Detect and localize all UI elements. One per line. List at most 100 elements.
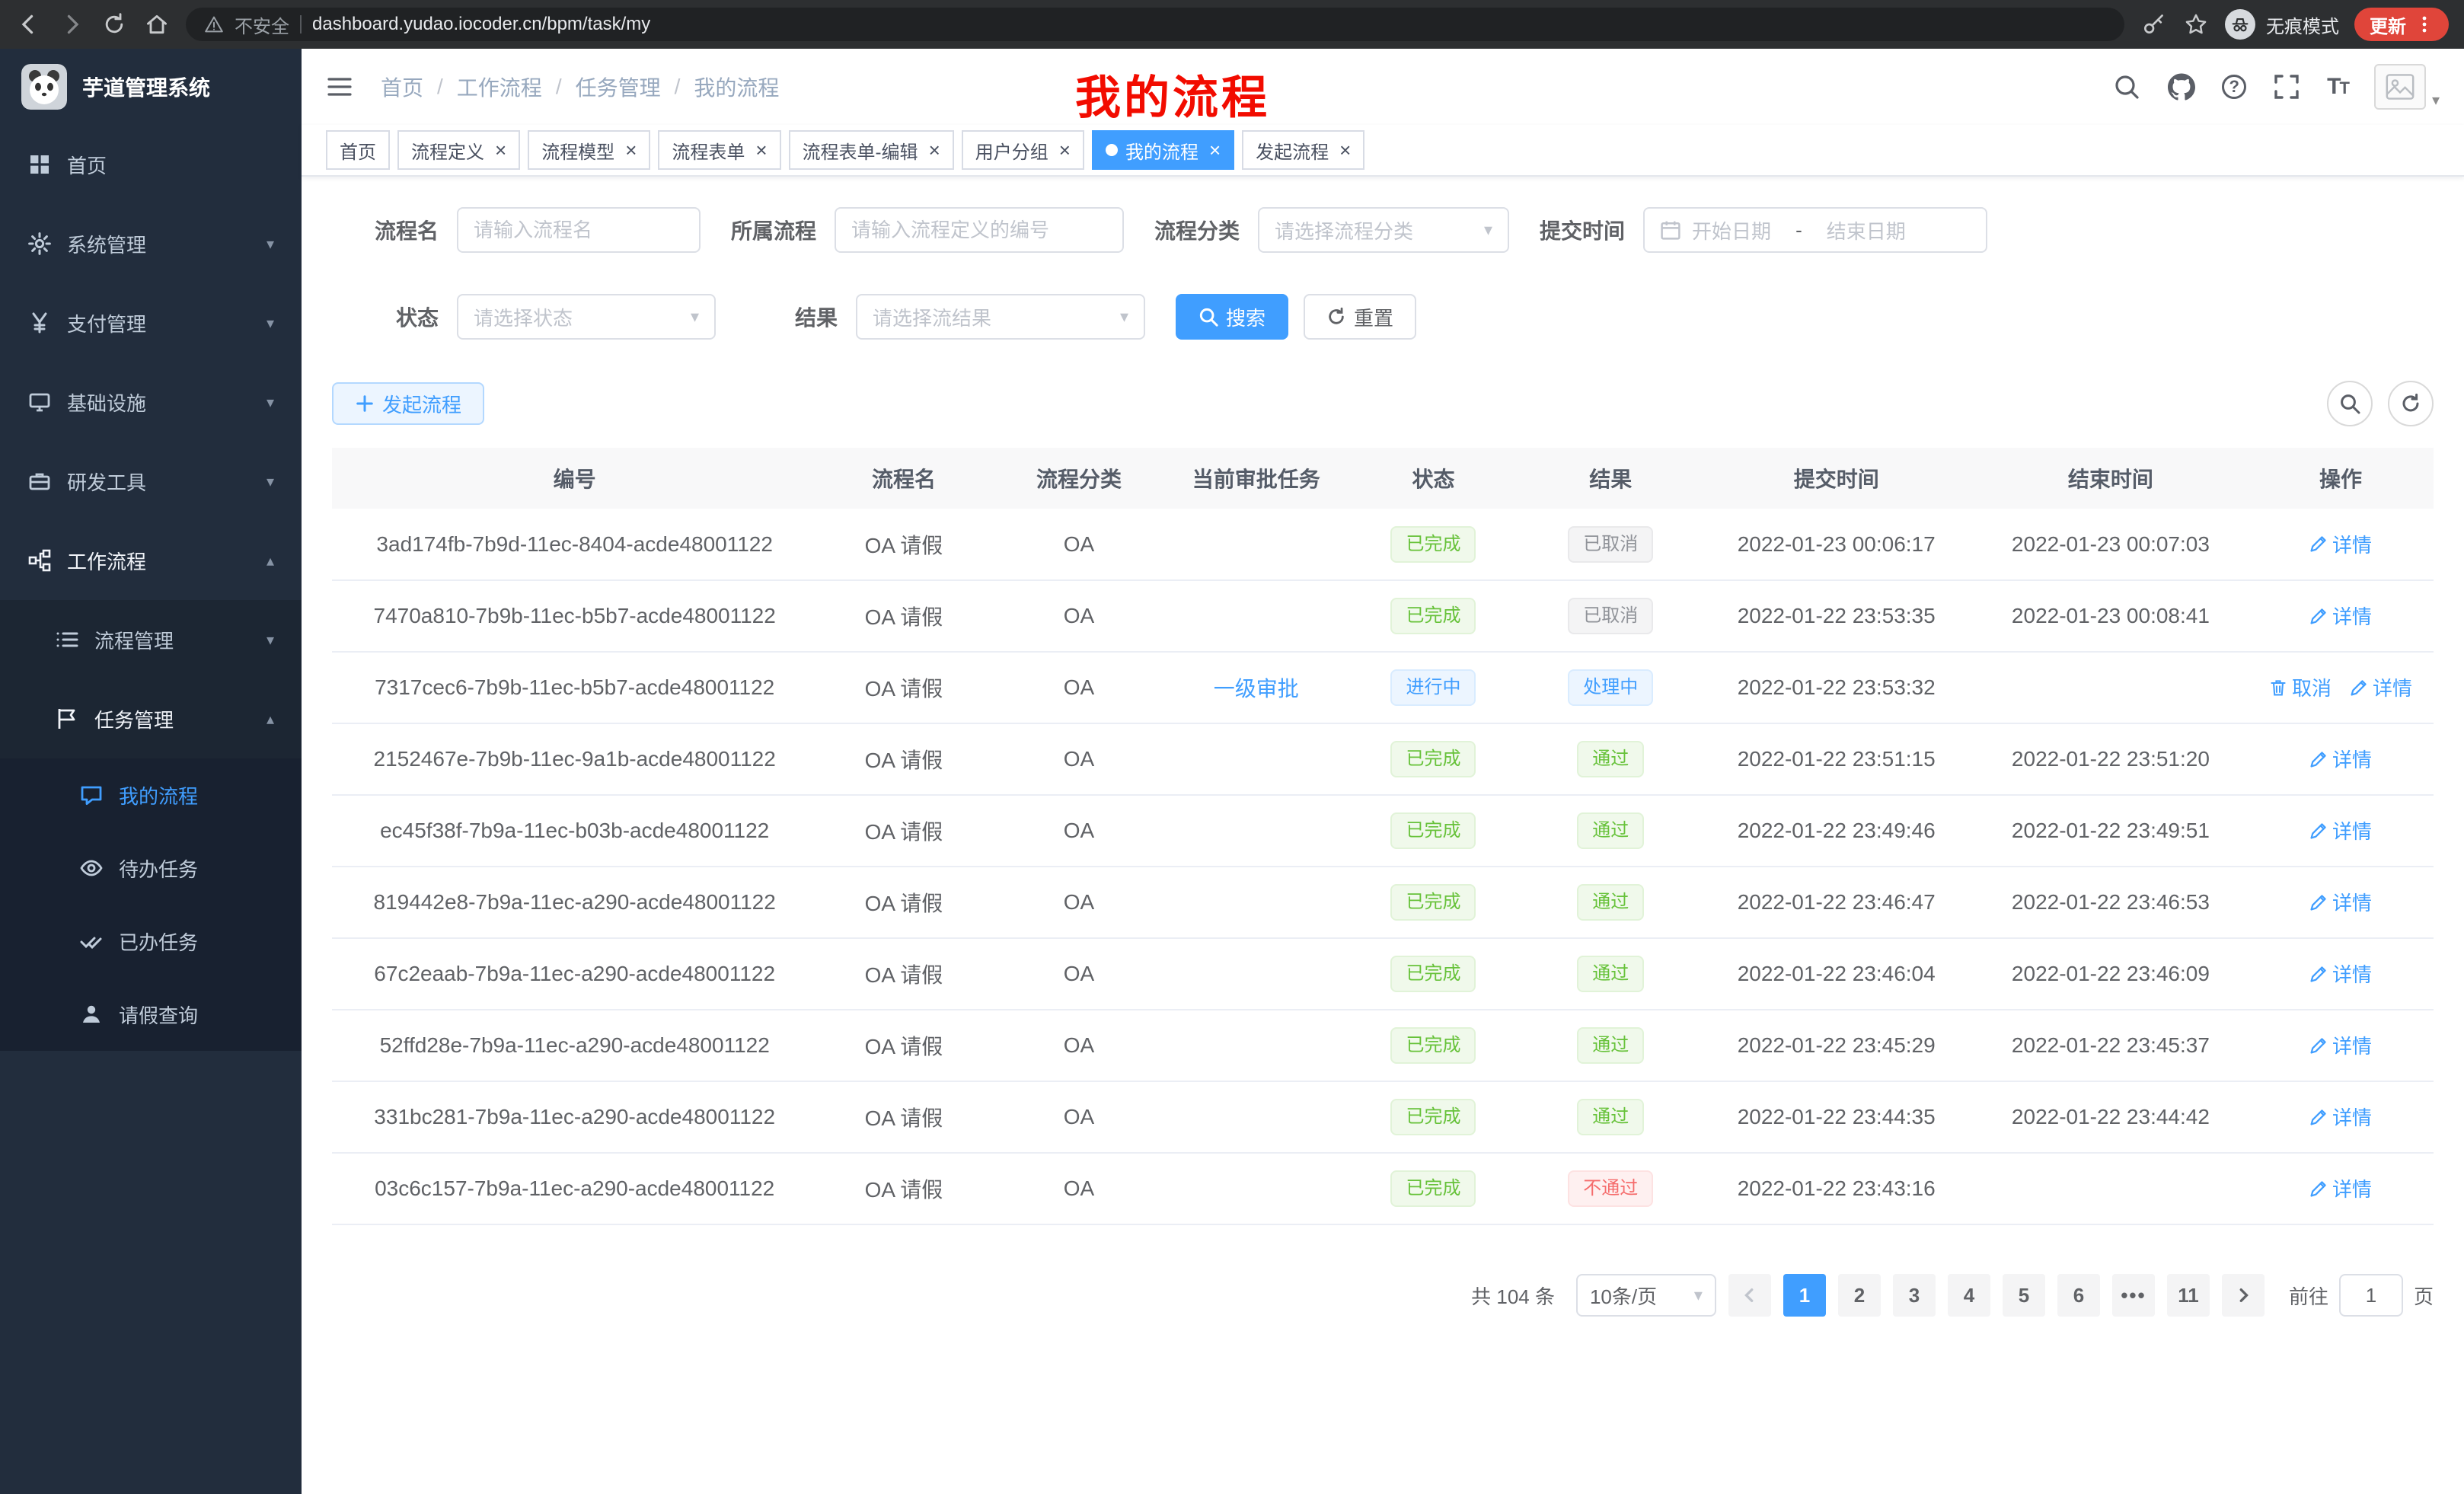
tab-label: 用户分组: [975, 137, 1048, 164]
reload-icon[interactable]: [101, 11, 128, 38]
cell-process-id: 67c2eaab-7b9a-11ec-a290-acde48001122: [332, 938, 817, 1010]
sidebar-item-payment[interactable]: 支付管理▾: [0, 283, 302, 362]
detail-action[interactable]: 详情: [2309, 602, 2372, 630]
sidebar-item-todo-task[interactable]: 待办任务: [0, 832, 302, 905]
tab-user-group[interactable]: 用户分组 ×: [962, 130, 1084, 170]
cell-end-time: 2022-01-22 23:46:53: [1974, 867, 2248, 938]
result-badge: 处理中: [1568, 669, 1653, 706]
detail-action[interactable]: 详情: [2309, 1031, 2372, 1059]
create-process-button[interactable]: 发起流程: [332, 382, 484, 425]
owner-process-input[interactable]: [835, 207, 1124, 253]
next-page-button[interactable]: [2222, 1274, 2265, 1317]
breadcrumb-item[interactable]: 首页: [381, 72, 423, 102]
detail-action[interactable]: 详情: [2309, 530, 2372, 558]
result-placeholder: 请选择流结果: [873, 303, 1111, 331]
avatar-image-icon: [2374, 64, 2426, 110]
result-select[interactable]: 请选择流结果 ▾: [856, 294, 1145, 340]
close-icon[interactable]: ×: [625, 140, 637, 160]
sidebar-item-system[interactable]: 系统管理▾: [0, 204, 302, 283]
tab-process-model[interactable]: 流程模型×: [528, 130, 650, 170]
tab-my-process[interactable]: 我的流程×: [1092, 130, 1234, 170]
search-icon[interactable]: [2112, 72, 2141, 101]
close-icon[interactable]: ×: [755, 140, 767, 160]
pager-page-2[interactable]: 2: [1838, 1274, 1881, 1317]
cell-process-name: OA 请假: [817, 1153, 990, 1224]
date-range-picker[interactable]: 开始日期 - 结束日期: [1643, 207, 1987, 253]
table-toolbar: 发起流程: [332, 381, 2434, 426]
tab-process-form[interactable]: 流程表单 ×: [658, 130, 780, 170]
close-icon[interactable]: ×: [929, 140, 940, 160]
edit-icon: [2309, 1036, 2328, 1055]
url-text[interactable]: dashboard.yudao.iocoder.cn/bpm/task/my: [312, 14, 650, 35]
breadcrumb-item[interactable]: 工作流程: [457, 72, 542, 102]
home-icon[interactable]: [143, 11, 171, 38]
close-icon[interactable]: ×: [1059, 140, 1071, 160]
jump-page-input[interactable]: [2339, 1274, 2403, 1317]
category-select[interactable]: 请选择流程分类 ▾: [1258, 207, 1509, 253]
refresh-table-button[interactable]: [2388, 381, 2434, 426]
search-button[interactable]: 搜索: [1176, 294, 1288, 340]
status-select[interactable]: 请选择状态 ▾: [457, 294, 716, 340]
help-icon[interactable]: ?: [2222, 75, 2246, 99]
sidebar-item-done-task[interactable]: 已办任务: [0, 905, 302, 978]
close-icon[interactable]: ×: [1209, 140, 1221, 160]
detail-action[interactable]: 详情: [2309, 1174, 2372, 1202]
pager-page-4[interactable]: 4: [1948, 1274, 1990, 1317]
pager-page-1[interactable]: 1: [1783, 1274, 1826, 1317]
detail-action[interactable]: 详情: [2309, 1103, 2372, 1131]
prev-page-button[interactable]: [1728, 1274, 1771, 1317]
github-icon[interactable]: [2167, 72, 2196, 101]
tab-start-process[interactable]: 发起流程×: [1242, 130, 1364, 170]
close-icon[interactable]: ×: [1339, 140, 1351, 160]
detail-action[interactable]: 详情: [2350, 673, 2412, 701]
edit-icon: [2309, 893, 2328, 911]
reset-button[interactable]: 重置: [1304, 294, 1416, 340]
forward-icon[interactable]: [58, 11, 85, 38]
detail-action[interactable]: 详情: [2309, 816, 2372, 844]
fullscreen-icon[interactable]: [2272, 72, 2301, 101]
address-bar[interactable]: 不安全 dashboard.yudao.iocoder.cn/bpm/task/…: [186, 8, 2124, 41]
security-warning-label[interactable]: 不安全: [235, 11, 289, 38]
column-header: 提交时间: [1700, 448, 1974, 509]
page-size-select[interactable]: 10条/页 ▾: [1576, 1274, 1716, 1317]
detail-action[interactable]: 详情: [2309, 888, 2372, 916]
bookmark-star-icon[interactable]: [2182, 11, 2210, 38]
pager-page-3[interactable]: 3: [1893, 1274, 1936, 1317]
user-avatar[interactable]: ▾: [2374, 64, 2440, 110]
sidebar-item-task-management[interactable]: 任务管理▴: [0, 679, 302, 758]
password-key-icon[interactable]: [2140, 11, 2167, 38]
tab-label: 流程表单: [672, 137, 745, 164]
tab-process-form-edit[interactable]: 流程表单-编辑×: [789, 130, 954, 170]
status-badge: 已完成: [1390, 1170, 1476, 1207]
close-icon[interactable]: ×: [495, 140, 506, 160]
tab-home[interactable]: 首页: [326, 130, 390, 170]
chevron-down-icon: ▾: [2432, 91, 2440, 110]
font-size-icon[interactable]: TT: [2327, 74, 2348, 100]
toggle-search-button[interactable]: [2327, 381, 2373, 426]
sidebar-item-process-management[interactable]: 流程管理▾: [0, 600, 302, 679]
sidebar-item-infrastructure[interactable]: 基础设施▾: [0, 362, 302, 442]
breadcrumb-item[interactable]: 任务管理: [576, 72, 661, 102]
pager-page-11[interactable]: 11: [2167, 1274, 2210, 1317]
process-name-input[interactable]: [457, 207, 701, 253]
update-button[interactable]: 更新: [2354, 8, 2449, 41]
home-icon: [27, 152, 52, 177]
pager-more-icon[interactable]: •••: [2112, 1274, 2155, 1317]
pager-page-5[interactable]: 5: [2003, 1274, 2045, 1317]
sidebar-item-home[interactable]: 首页: [0, 125, 302, 204]
cancel-action[interactable]: 取消: [2269, 673, 2332, 701]
incognito-profile-chip[interactable]: 无痕模式: [2225, 9, 2339, 40]
sidebar-item-my-process[interactable]: 我的流程: [0, 758, 302, 832]
back-icon[interactable]: [15, 11, 43, 38]
security-warning-icon[interactable]: [204, 14, 224, 34]
app-logo[interactable]: 芋道管理系统: [0, 49, 302, 125]
hamburger-icon[interactable]: [326, 72, 356, 102]
sidebar-item-dev-tools[interactable]: 研发工具▾: [0, 442, 302, 521]
current-task-link[interactable]: 一级审批: [1214, 677, 1299, 701]
detail-action[interactable]: 详情: [2309, 745, 2372, 773]
sidebar-item-leave-query[interactable]: 请假查询: [0, 978, 302, 1051]
detail-action[interactable]: 详情: [2309, 959, 2372, 988]
sidebar-item-workflow[interactable]: 工作流程▴: [0, 521, 302, 600]
tab-process-definition[interactable]: 流程定义×: [397, 130, 520, 170]
pager-page-6[interactable]: 6: [2057, 1274, 2100, 1317]
